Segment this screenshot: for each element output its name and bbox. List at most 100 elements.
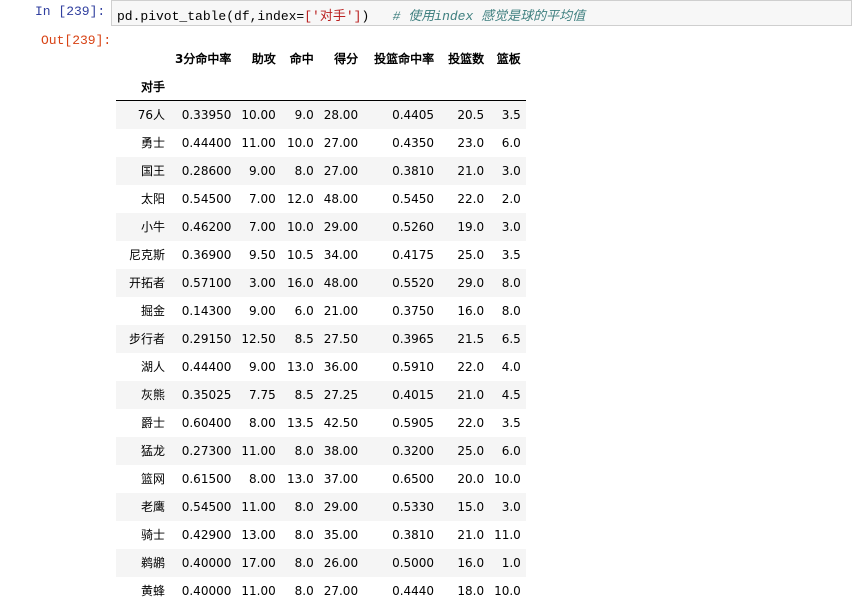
table-row: 骑士 0.42900 13.00 8.0 35.00 0.3810 21.0 11.0 — [116, 521, 526, 549]
row-index: 小牛 — [140, 220, 165, 234]
table-cell: 38.00 — [323, 443, 359, 458]
row-index: 步行者 — [128, 332, 165, 346]
table-cell: 0.36900 — [181, 247, 232, 262]
index-name-row: 对手 — [116, 72, 526, 101]
table-cell: 6.0 — [294, 303, 314, 318]
table-cell: 6.5 — [501, 331, 521, 346]
table-cell: 11.00 — [241, 135, 276, 150]
table-cell: 48.00 — [323, 191, 359, 206]
column-header: 3分命中率 — [175, 51, 232, 66]
table-cell: 8.0 — [294, 499, 314, 514]
row-index: 太阳 — [140, 192, 165, 206]
table-cell: 27.50 — [323, 331, 359, 346]
table-cell: 16.0 — [457, 555, 485, 570]
table-row: 步行者 0.29150 12.50 8.5 27.50 0.3965 21.5 6.5 — [116, 324, 526, 353]
table-row: 鹈鹕 0.40000 17.00 8.0 26.00 0.5000 16.0 1.0 — [116, 548, 526, 577]
table-cell: 2.0 — [501, 191, 521, 206]
table-cell: 9.50 — [249, 247, 276, 262]
table-cell: 4.5 — [501, 387, 521, 402]
table-cell: 0.27300 — [181, 443, 232, 458]
code-line[interactable]: pd.pivot_table(df,index=['对手']) # 使用inde… — [117, 5, 585, 24]
input-prompt: In [239]: — [35, 4, 106, 19]
table-row: 灰熊 0.35025 7.75 8.5 27.25 0.4015 21.0 4.5 — [116, 380, 526, 409]
table-cell: 9.00 — [249, 163, 276, 178]
table-cell: 0.40000 — [181, 555, 232, 570]
table-cell: 0.4175 — [392, 247, 435, 262]
table-cell: 0.42900 — [181, 527, 232, 542]
table-row: 篮网 0.61500 8.00 13.0 37.00 0.6500 20.0 10.0 — [116, 465, 526, 493]
row-index: 湖人 — [140, 360, 165, 374]
column-header: 投篮数 — [448, 51, 485, 66]
table-cell: 16.0 — [457, 303, 485, 318]
table-cell: 8.5 — [294, 331, 314, 346]
table-cell: 0.28600 — [181, 163, 232, 178]
table-cell: 13.0 — [287, 359, 314, 374]
table-cell: 9.00 — [249, 359, 276, 374]
table-cell: 9.0 — [294, 107, 314, 122]
table-row: 小牛 0.46200 7.00 10.0 29.00 0.5260 19.0 3.0 — [116, 212, 526, 241]
table-row: 猛龙 0.27300 11.00 8.0 38.00 0.3200 25.0 6.0 — [116, 436, 526, 465]
table-cell: 1.0 — [501, 555, 521, 570]
table-cell: 13.0 — [287, 471, 314, 486]
table-cell: 8.0 — [501, 275, 521, 290]
row-index: 篮网 — [140, 472, 165, 486]
code-comment: # 使用index 感觉是球的平均值 — [392, 9, 586, 24]
table-cell: 26.00 — [323, 555, 359, 570]
table-cell: 27.00 — [323, 163, 359, 178]
table-cell: 0.35025 — [181, 387, 232, 402]
table-row: 76人 0.33950 10.00 9.0 28.00 0.4405 20.5 3.5 — [116, 100, 526, 129]
table-cell: 27.25 — [323, 387, 359, 402]
table-cell: 10.0 — [494, 471, 521, 486]
index-name: 对手 — [116, 72, 170, 101]
table-cell: 17.00 — [241, 555, 276, 570]
table-cell: 29.00 — [323, 499, 359, 514]
table-cell: 25.0 — [457, 443, 485, 458]
row-index: 勇士 — [140, 136, 165, 150]
table-cell: 8.0 — [294, 163, 314, 178]
table-cell: 0.3750 — [392, 303, 435, 318]
table-cell: 42.50 — [323, 415, 359, 430]
table-cell: 0.4015 — [392, 387, 435, 402]
row-index: 国王 — [140, 164, 165, 178]
column-header-row: 3分命中率 助攻 命中 得分 投篮命中率 投篮数 篮板 — [116, 44, 526, 72]
table-cell: 36.00 — [323, 359, 359, 374]
table-body: 76人 0.33950 10.00 9.0 28.00 0.4405 20.5 3.5 勇士 0.… — [116, 100, 526, 605]
table-cell: 0.40000 — [181, 583, 232, 598]
table-cell: 10.0 — [287, 219, 314, 234]
table-cell: 8.5 — [294, 387, 314, 402]
table-cell: 3.5 — [501, 107, 521, 122]
table-cell: 23.0 — [457, 135, 485, 150]
index-corner — [116, 44, 170, 72]
table-cell: 13.5 — [287, 415, 314, 430]
row-index: 猛龙 — [140, 444, 165, 458]
table-cell: 0.3810 — [392, 527, 435, 542]
table-cell: 0.3200 — [392, 443, 435, 458]
table-cell: 11.00 — [241, 443, 276, 458]
code-editor[interactable]: pd.pivot_table(df,index=['对手']) # 使用inde… — [111, 0, 852, 26]
input-cell[interactable]: In [239]: pd.pivot_table(df,index=['对手']… — [0, 0, 852, 28]
table-cell: 0.5260 — [392, 219, 435, 234]
table-cell: 21.0 — [457, 527, 485, 542]
table-cell: 0.54500 — [181, 499, 232, 514]
table-cell: 11.00 — [241, 583, 276, 598]
table-cell: 22.0 — [457, 359, 485, 374]
table-cell: 25.0 — [457, 247, 485, 262]
table-cell: 3.5 — [501, 415, 521, 430]
table-row: 掘金 0.14300 9.00 6.0 21.00 0.3750 16.0 8.0 — [116, 297, 526, 325]
table-cell: 20.0 — [457, 471, 485, 486]
column-header: 助攻 — [251, 51, 276, 66]
table-cell: 29.00 — [323, 219, 359, 234]
table-cell: 21.00 — [323, 303, 359, 318]
row-index: 爵士 — [140, 416, 165, 430]
table-cell: 3.00 — [249, 275, 276, 290]
table-cell: 10.5 — [287, 247, 314, 262]
code-text: pd.pivot_table(df,index= — [117, 9, 305, 24]
code-string: ['对手'] — [304, 9, 362, 24]
table-row: 勇士 0.44400 11.00 10.0 27.00 0.4350 23.0 6.0 — [116, 129, 526, 157]
table-cell: 34.00 — [323, 247, 359, 262]
table-row: 尼克斯 0.36900 9.50 10.5 34.00 0.4175 25.0 3.5 — [116, 241, 526, 269]
table-cell: 18.0 — [457, 583, 485, 598]
row-index: 老鹰 — [140, 500, 165, 514]
row-index: 鹈鹕 — [140, 556, 165, 570]
table-row: 老鹰 0.54500 11.00 8.0 29.00 0.5330 15.0 3.0 — [116, 492, 526, 521]
